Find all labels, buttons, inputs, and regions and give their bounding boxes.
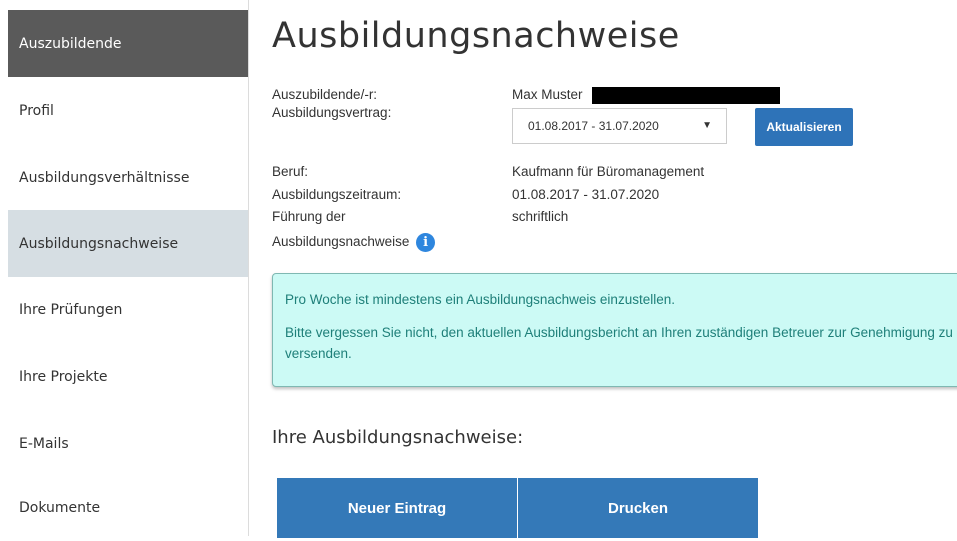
sidebar-divider <box>248 0 249 536</box>
sidebar-item-auszubildende[interactable]: Auszubildende <box>8 10 249 77</box>
contract-label: Ausbildungsvertrag: <box>272 105 392 120</box>
trainee-value: Max Muster <box>512 87 583 102</box>
sidebar-item-label: Ihre Projekte <box>19 368 108 385</box>
records-actions: Neuer Eintrag Drucken <box>277 478 758 538</box>
info-alert: Pro Woche ist mindestens ein Ausbildungs… <box>272 273 957 387</box>
sidebar-item-label: E-Mails <box>19 435 69 452</box>
sidebar-item-label: Ausbildungsnachweise <box>19 235 179 252</box>
sidebar-item-label: Dokumente <box>19 499 101 516</box>
info-icon[interactable]: i <box>416 233 436 252</box>
sidebar-item-pruefungen[interactable]: Ihre Prüfungen <box>8 276 249 343</box>
mode-label-line2: Ausbildungsnachweise i <box>272 233 436 252</box>
period-value: 01.08.2017 - 31.07.2020 <box>512 187 660 202</box>
sidebar-item-label: Ausbildungsverhältnisse <box>19 169 190 186</box>
sidebar-item-projekte[interactable]: Ihre Projekte <box>8 343 249 410</box>
alert-line-1: Pro Woche ist mindestens ein Ausbildungs… <box>285 292 675 307</box>
sidebar-item-ausbildungsnachweise[interactable]: Ausbildungsnachweise <box>8 210 249 277</box>
sidebar: Auszubildende Profil Ausbildungsverhältn… <box>0 0 257 536</box>
refresh-button[interactable]: Aktualisieren <box>755 108 853 146</box>
profession-value: Kaufmann für Büromanagement <box>512 164 705 179</box>
sidebar-item-label: Profil <box>19 102 54 119</box>
sidebar-item-profil[interactable]: Profil <box>8 77 249 144</box>
contract-select-value: 01.08.2017 - 31.07.2020 <box>528 119 659 133</box>
page-title: Ausbildungsnachweise <box>272 16 680 56</box>
mode-value: schriftlich <box>512 209 569 224</box>
print-button[interactable]: Drucken <box>517 478 758 538</box>
sidebar-item-emails[interactable]: E-Mails <box>8 410 249 477</box>
profession-label: Beruf: <box>272 164 309 179</box>
sidebar-item-label: Auszubildende <box>19 35 122 52</box>
chevron-down-icon: ▼ <box>702 120 712 131</box>
records-heading: Ihre Ausbildungsnachweise: <box>272 427 524 448</box>
new-entry-button[interactable]: Neuer Eintrag <box>277 478 517 538</box>
contract-select[interactable]: 01.08.2017 - 31.07.2020 ▼ <box>512 108 727 144</box>
sidebar-item-label: Ihre Prüfungen <box>19 301 123 318</box>
mode-label-line1: Führung der <box>272 209 346 224</box>
mode-label-text: Ausbildungsnachweise <box>272 234 410 250</box>
alert-line-2: Bitte vergessen Sie nicht, den aktuellen… <box>285 325 953 361</box>
period-label: Ausbildungszeitraum: <box>272 187 402 202</box>
redaction-bar <box>592 87 780 104</box>
trainee-label: Auszubildende/-r: <box>272 87 378 102</box>
sidebar-item-dokumente[interactable]: Dokumente <box>8 474 249 541</box>
sidebar-item-ausbildungsverhaeltnisse[interactable]: Ausbildungsverhältnisse <box>8 144 249 211</box>
